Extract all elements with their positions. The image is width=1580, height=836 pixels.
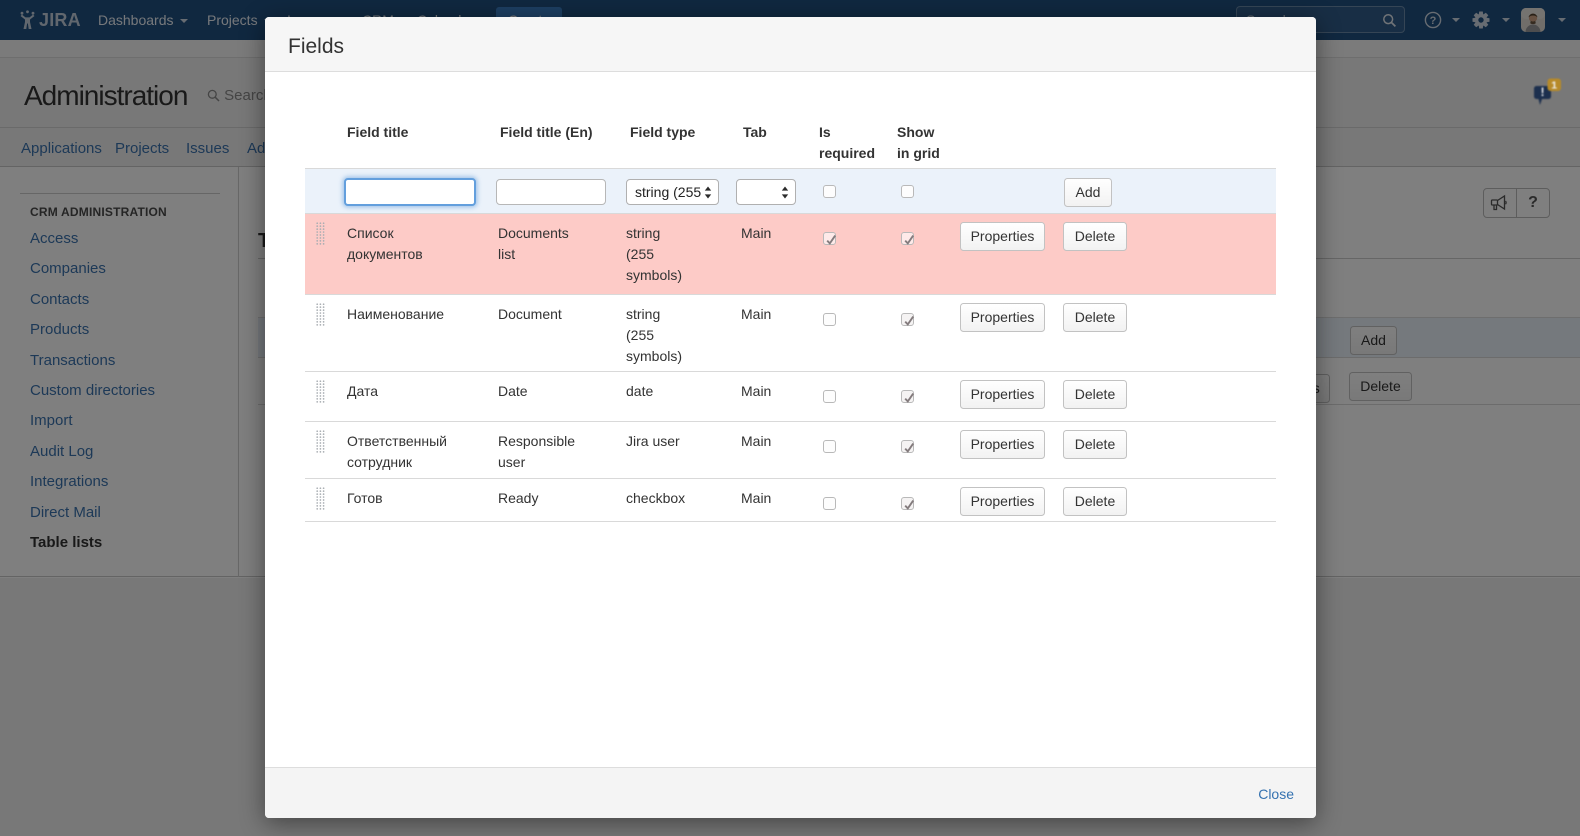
field-type-cell: checkbox [624, 479, 737, 521]
show-in-grid-cell [897, 214, 957, 294]
drag-handle-icon [316, 380, 325, 403]
dialog-title: Fields [288, 35, 344, 59]
is-required-cell [819, 479, 897, 521]
delete-button[interactable]: Delete [1063, 222, 1127, 251]
dialog-footer: Close [265, 767, 1316, 818]
show-in-grid-cell [897, 295, 957, 371]
col-actions-header [957, 122, 1276, 164]
col-is-required-header: Is required [819, 122, 897, 164]
tab-select[interactable] [736, 179, 796, 205]
close-link[interactable]: Close [1258, 786, 1294, 802]
select-stepper-icon [704, 186, 712, 199]
field-row-4: Ответственный сотрудникResponsible userJ… [305, 422, 1276, 479]
field-title-cell: Готов [341, 479, 494, 521]
is-required-checkbox[interactable] [823, 497, 836, 510]
show-in-grid-checkbox[interactable] [901, 390, 914, 403]
field-title-en-cell: Ready [494, 479, 624, 521]
is-required-checkbox[interactable] [823, 390, 836, 403]
svg-text:1: 1 [1551, 79, 1557, 91]
properties-button[interactable]: Properties [960, 430, 1045, 459]
field-title-en-cell: Responsible user [494, 422, 624, 478]
notification-bubble[interactable]: ! 1 [1530, 78, 1564, 112]
col-tab-header: Tab [737, 122, 819, 164]
is-required-cell [819, 295, 897, 371]
field-title-cell: Наименование [341, 295, 494, 371]
col-field-title-en-header: Field title (En) [494, 122, 624, 164]
drag-handle[interactable] [316, 430, 341, 453]
delete-button[interactable]: Delete [1063, 487, 1127, 516]
show-in-grid-checkbox[interactable] [901, 232, 914, 245]
show-in-grid-checkbox[interactable] [901, 313, 914, 326]
field-title-en-cell: Date [494, 372, 624, 421]
field-type-select[interactable]: string (255 [626, 179, 719, 205]
select-stepper-icon [781, 186, 789, 199]
col-field-title-header: Field title [341, 122, 494, 164]
is-required-checkbox[interactable] [823, 440, 836, 453]
field-title-en-cell: Documents list [494, 214, 624, 294]
col-handle-header [305, 122, 341, 164]
field-type-cell: Jira user [624, 422, 737, 478]
tab-cell: Main [737, 295, 819, 371]
drag-handle[interactable] [316, 222, 341, 245]
show-in-grid-cell [897, 479, 957, 521]
show-in-grid-cell [897, 422, 957, 478]
fields-table: Field titleField title (En)Field typeTab… [305, 122, 1276, 522]
show-in-grid-checkbox[interactable] [901, 497, 914, 510]
drag-handle-icon [316, 222, 325, 245]
field-type-cell: date [624, 372, 737, 421]
field-row-2: НаименованиеDocumentstring (255 symbols)… [305, 295, 1276, 372]
drag-handle[interactable] [316, 487, 341, 510]
properties-button[interactable]: Properties [960, 222, 1045, 251]
show-in-grid-checkbox[interactable] [901, 185, 914, 198]
drag-handle[interactable] [316, 303, 341, 326]
drag-handle-icon [316, 487, 325, 510]
col-show-in-grid-header: Show in grid [897, 122, 957, 164]
field-title-input[interactable] [344, 178, 476, 206]
is-required-cell [819, 422, 897, 478]
tab-cell: Main [737, 372, 819, 421]
show-in-grid-checkbox[interactable] [901, 440, 914, 453]
properties-button[interactable]: Properties [960, 487, 1045, 516]
field-type-cell: string (255 symbols) [624, 295, 737, 371]
field-title-cell: Ответственный сотрудник [341, 422, 494, 478]
tab-cell: Main [737, 214, 819, 294]
field-title-en-cell: Document [494, 295, 624, 371]
delete-button[interactable]: Delete [1063, 303, 1127, 332]
fields-dialog: Fields Field titleField title (En)Field … [265, 17, 1316, 818]
drag-handle-icon [316, 430, 325, 453]
drag-handle[interactable] [316, 380, 341, 403]
tab-cell: Main [737, 422, 819, 478]
is-required-checkbox[interactable] [823, 232, 836, 245]
field-row-3: ДатаDatedateMain Properties Delete [305, 372, 1276, 422]
properties-button[interactable]: Properties [960, 380, 1045, 409]
fields-table-header: Field titleField title (En)Field typeTab… [305, 122, 1276, 164]
delete-button[interactable]: Delete [1063, 380, 1127, 409]
delete-button[interactable]: Delete [1063, 430, 1127, 459]
properties-button[interactable]: Properties [960, 303, 1045, 332]
fields-table-body: string (255AddСписок документовDocuments… [305, 168, 1276, 522]
new-field-row: string (255 Add [305, 169, 1276, 214]
show-in-grid-cell [897, 372, 957, 421]
is-required-checkbox[interactable] [823, 313, 836, 326]
field-title-en-input[interactable] [496, 179, 606, 205]
is-required-cell [819, 372, 897, 421]
is-required-checkbox[interactable] [823, 185, 836, 198]
field-type-cell: string (255 symbols) [624, 214, 737, 294]
is-required-cell [819, 214, 897, 294]
col-field-type-header: Field type [624, 122, 737, 164]
field-row-1: Список документовDocuments liststring (2… [305, 214, 1276, 295]
field-row-5: ГотовReadycheckboxMain Properties Delete [305, 479, 1276, 522]
svg-text:!: ! [1541, 87, 1545, 99]
field-title-cell: Список документов [341, 214, 494, 294]
add-field-button[interactable]: Add [1064, 178, 1112, 207]
drag-handle-icon [316, 303, 325, 326]
tab-cell: Main [737, 479, 819, 521]
field-title-cell: Дата [341, 372, 494, 421]
dialog-header: Fields [265, 17, 1316, 72]
